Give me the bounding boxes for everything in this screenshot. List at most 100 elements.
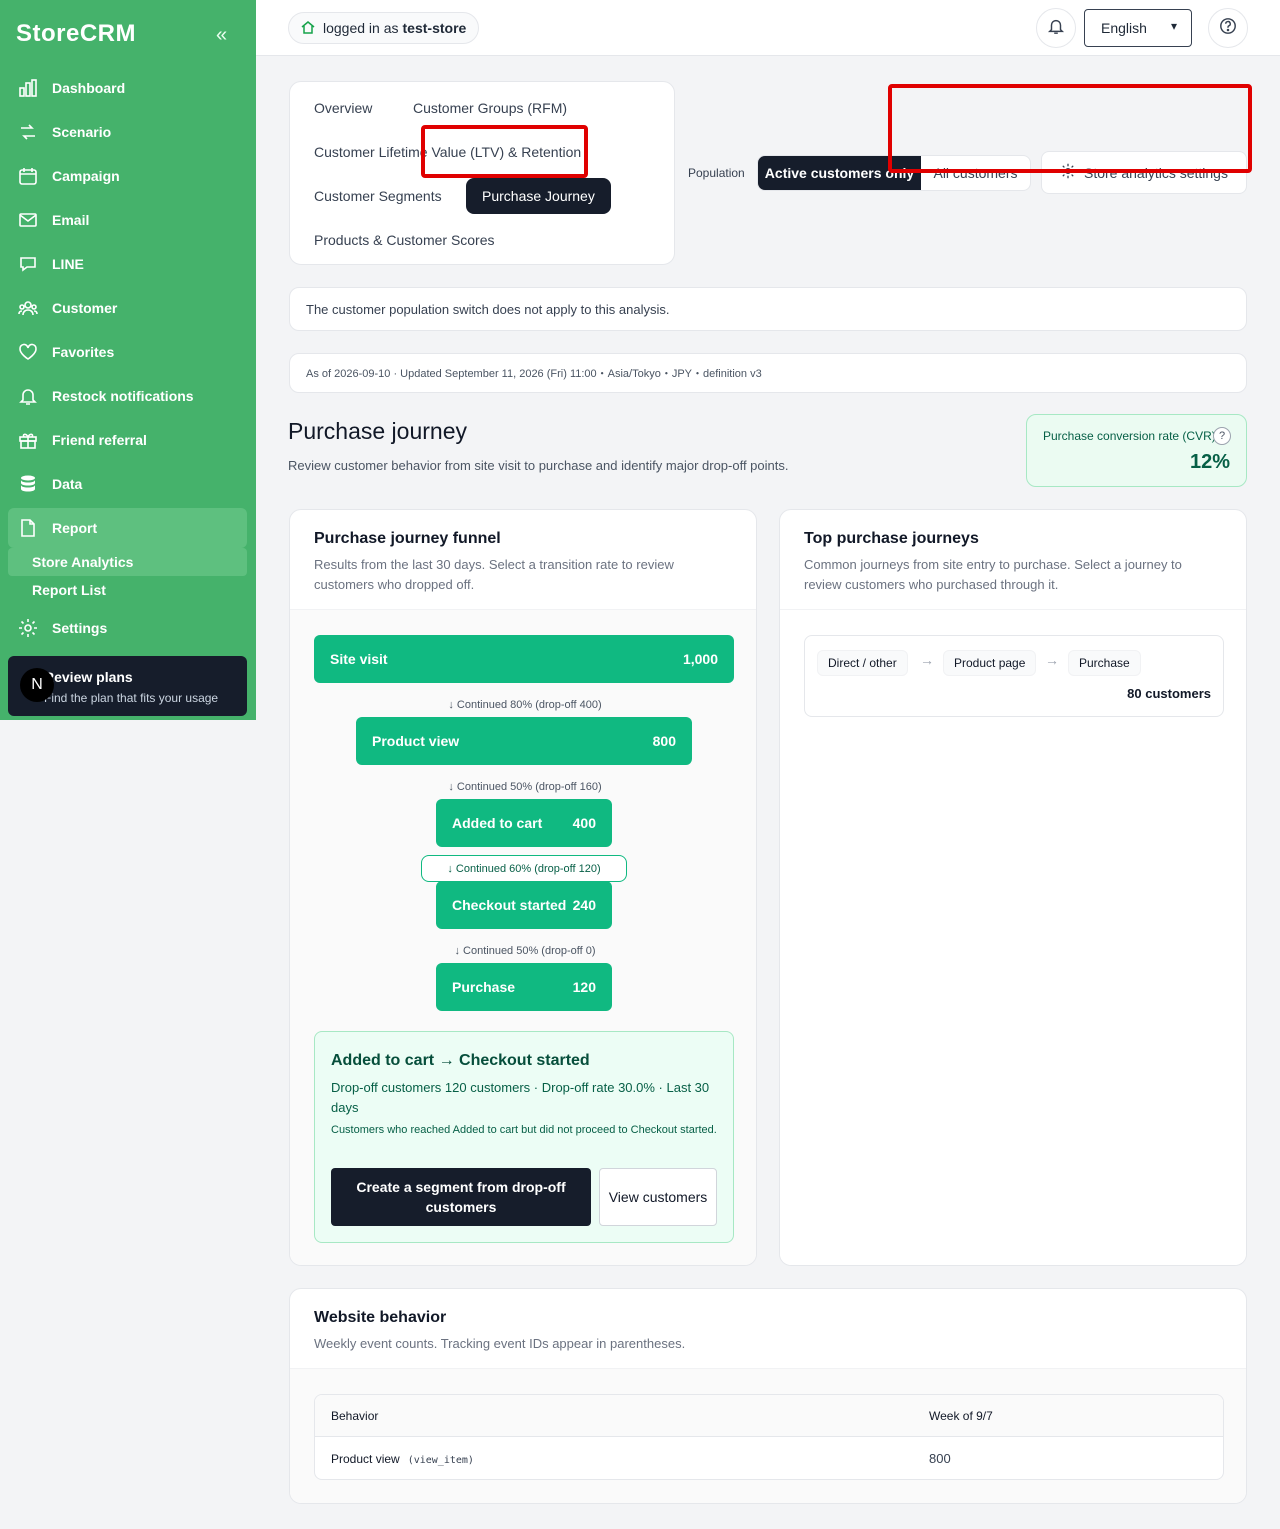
- arrow-right-icon: →: [920, 652, 934, 668]
- population-label: Population: [688, 166, 745, 180]
- topbar: logged in as test-store English ▾: [256, 0, 1280, 56]
- page-title: Purchase journey: [288, 418, 467, 444]
- create-segment-button[interactable]: Create a segment from drop-off customers: [331, 1168, 591, 1226]
- website-behavior-card: Website behavior Weekly event counts. Tr…: [289, 1288, 1247, 1504]
- sidebar-item-label: Favorites: [52, 344, 115, 360]
- stage-value: 1,000: [682, 651, 718, 667]
- help-icon[interactable]: ?: [1213, 427, 1231, 445]
- brand-logo[interactable]: StoreCRM: [16, 20, 136, 48]
- language-select[interactable]: English ▾: [1084, 9, 1192, 47]
- funnel-stage[interactable]: Site visit 1,000: [314, 635, 734, 683]
- sidebar-item-email[interactable]: Email: [8, 200, 247, 240]
- store-name: test-store: [402, 20, 467, 36]
- view-customers-button[interactable]: View customers: [599, 1168, 717, 1226]
- sidebar-item-label: Report: [52, 520, 98, 536]
- flow-icon: [16, 120, 40, 144]
- stage-value: 120: [572, 979, 596, 995]
- sidebar-item-line[interactable]: LINE: [8, 244, 247, 284]
- sidebar-item-label: Restock notifications: [52, 388, 194, 404]
- sidebar-item-label: Scenario: [52, 124, 112, 140]
- behavior-table: Behavior Week of 9/7 Product view (view_i…: [314, 1394, 1224, 1480]
- journeys-card: Top purchase journeys Common journeys fr…: [779, 509, 1247, 1266]
- funnel-body: Site visit 1,000 ↓ Continued 80% (drop-o…: [290, 610, 756, 1265]
- funnel-stage[interactable]: Product view 800: [356, 717, 692, 765]
- sidebar: StoreCRM « Dashboard Scenario Campaign E…: [0, 0, 256, 720]
- sidebar-item-scenario[interactable]: Scenario: [8, 112, 247, 152]
- sidebar-item-label: Settings: [52, 620, 108, 636]
- card-header: Website behavior Weekly event counts. Tr…: [290, 1289, 1246, 1369]
- journeys-body: Direct / other → Product page → Purchase…: [780, 610, 1246, 1265]
- column-header: Week of 9/7: [929, 1409, 993, 1423]
- sidebar-item-dashboard[interactable]: Dashboard: [8, 68, 247, 108]
- tab-purchase-journey[interactable]: Purchase Journey: [466, 178, 611, 214]
- funnel-transition[interactable]: ↓ Continued 50% (drop-off 0): [430, 939, 620, 963]
- language-value: English: [1101, 20, 1147, 36]
- sidebar-subitem-report-list[interactable]: Report List: [8, 576, 247, 604]
- funnel-transition-selected[interactable]: ↓ Continued 60% (drop-off 120): [421, 855, 627, 882]
- sidebar-item-report[interactable]: Report: [8, 508, 247, 548]
- review-plans-card[interactable]: Review plans Find the plan that fits you…: [8, 656, 247, 716]
- tab-customer-groups[interactable]: Customer Groups (RFM): [397, 90, 583, 126]
- tab-customer-segments[interactable]: Customer Segments: [298, 178, 458, 214]
- home-icon: [301, 20, 315, 37]
- database-icon: [16, 472, 40, 496]
- dropoff-meta: Drop-off customers 120 customers · Drop-…: [331, 1080, 710, 1115]
- sidebar-item-data[interactable]: Data: [8, 464, 247, 504]
- sidebar-subitem-store-analytics[interactable]: Store Analytics: [8, 548, 247, 576]
- journeys-title: Top purchase journeys: [804, 530, 979, 547]
- column-header: Behavior: [331, 1409, 379, 1423]
- plan-badge: N: [20, 668, 54, 702]
- sidebar-item-restock[interactable]: Restock notifications: [8, 376, 247, 416]
- sidebar-item-friend-referral[interactable]: Friend referral: [8, 420, 247, 460]
- calendar-icon: [16, 164, 40, 188]
- notifications-button[interactable]: [1036, 8, 1076, 48]
- login-status-pill: logged in as test-store: [288, 12, 480, 44]
- funnel-title: Purchase journey funnel: [314, 530, 501, 547]
- sidebar-item-campaign[interactable]: Campaign: [8, 156, 247, 196]
- collapse-sidebar-icon[interactable]: «: [216, 24, 227, 47]
- plan-subtitle: Find the plan that fits your usage: [44, 691, 219, 705]
- arrow-right-icon: →: [1045, 652, 1059, 668]
- sidebar-item-favorites[interactable]: Favorites: [8, 332, 247, 372]
- sidebar-subitem-label: Report List: [32, 582, 106, 598]
- behavior-label: Product view: [331, 1452, 400, 1466]
- sidebar-item-label: Email: [52, 212, 90, 228]
- funnel-transition[interactable]: ↓ Continued 80% (drop-off 400): [420, 693, 630, 717]
- sidebar-item-settings[interactable]: Settings: [8, 608, 247, 648]
- cvr-value: 12%: [1189, 451, 1230, 473]
- funnel-transition[interactable]: ↓ Continued 50% (drop-off 160): [420, 775, 630, 799]
- tab-overview[interactable]: Overview: [298, 90, 388, 126]
- cvr-card: Purchase conversion rate (CVR) ? 12%: [1026, 414, 1247, 487]
- stage-label: Purchase: [452, 979, 516, 995]
- funnel-stage[interactable]: Purchase 120: [436, 963, 612, 1011]
- annotation-box: [421, 125, 588, 178]
- card-header: Top purchase journeys Common journeys fr…: [780, 510, 1246, 610]
- gear-icon: [16, 616, 40, 640]
- journeys-description: Common journeys from site entry to purch…: [804, 557, 1182, 592]
- behavior-name: Product view (view_item): [331, 1452, 474, 1466]
- users-icon: [16, 296, 40, 320]
- funnel-stage[interactable]: Added to cart 400: [436, 799, 612, 847]
- journey-step: Direct / other: [817, 650, 908, 676]
- gift-icon: [16, 428, 40, 452]
- sidebar-subitem-label: Store Analytics: [32, 554, 134, 570]
- stage-value: 800: [652, 733, 676, 749]
- stage-value: 240: [572, 897, 596, 913]
- funnel-stage[interactable]: Checkout started 240: [436, 881, 612, 929]
- stage-label: Added to cart: [452, 815, 543, 831]
- sidebar-item-label: LINE: [52, 256, 84, 272]
- bell-icon: [16, 384, 40, 408]
- sidebar-item-label: Campaign: [52, 168, 120, 184]
- mail-icon: [16, 208, 40, 232]
- tab-products-scores[interactable]: Products & Customer Scores: [298, 222, 511, 258]
- journey-step: Product page: [943, 650, 1037, 676]
- cvr-label: Purchase conversion rate (CVR): [1043, 429, 1216, 443]
- help-icon: [1219, 17, 1237, 40]
- sidebar-item-label: Customer: [52, 300, 118, 316]
- help-button[interactable]: [1208, 8, 1248, 48]
- journey-count: 80 customers: [1127, 686, 1211, 701]
- card-header: Purchase journey funnel Results from the…: [290, 510, 756, 610]
- journey-item[interactable]: Direct / other → Product page → Purchase…: [804, 635, 1224, 717]
- sidebar-item-customer[interactable]: Customer: [8, 288, 247, 328]
- journey-step: Purchase: [1068, 650, 1141, 676]
